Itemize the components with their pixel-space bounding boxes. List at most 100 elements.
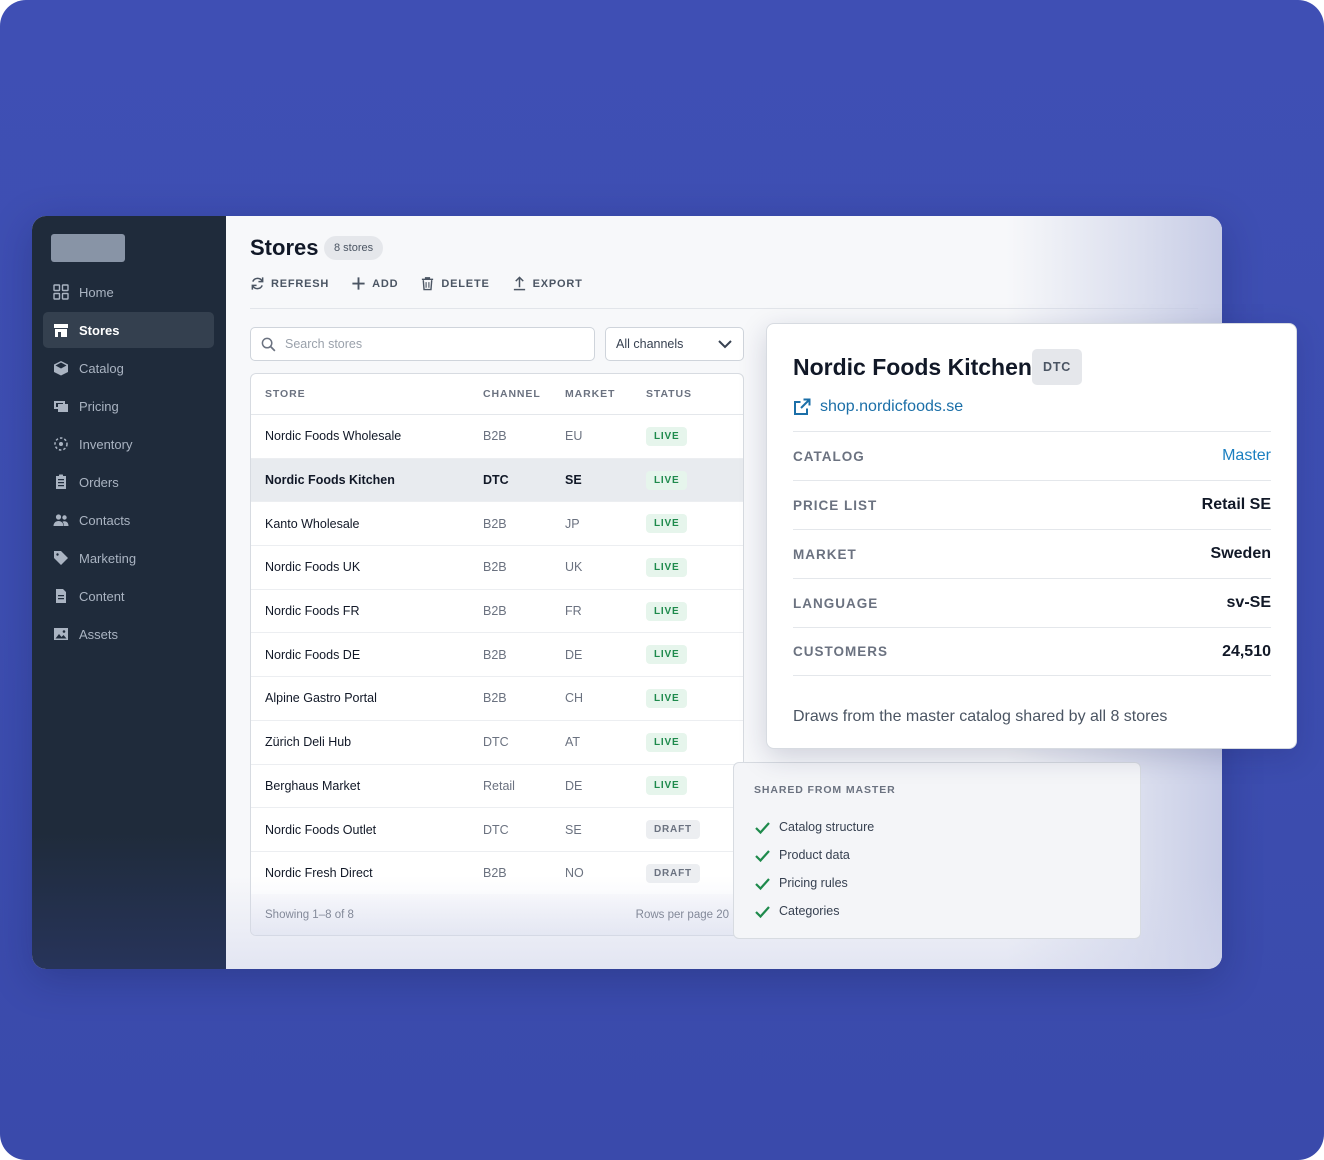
detail-note: Draws from the master catalog shared by … xyxy=(793,708,1168,725)
rows-per-page-control[interactable]: Rows per page 20 xyxy=(636,909,729,921)
channel-cell: DTC xyxy=(483,473,509,488)
sidebar-item-inventory[interactable]: Inventory xyxy=(43,426,214,462)
store-icon xyxy=(53,322,69,338)
shared-title: SHARED FROM MASTER xyxy=(754,784,896,796)
box-icon xyxy=(53,360,69,376)
channel-filter-select[interactable]: All channels xyxy=(605,327,744,361)
table-row[interactable]: Kanto Wholesale B2B JP LIVE xyxy=(251,502,743,547)
channel-cell: DTC xyxy=(483,735,509,750)
search-field[interactable] xyxy=(250,327,595,361)
check-icon xyxy=(755,905,770,918)
status-cell: LIVE xyxy=(646,514,743,534)
sidebar-item-orders[interactable]: Orders xyxy=(43,464,214,500)
detail-label: LANGUAGE xyxy=(793,595,879,611)
detail-row: LANGUAGE sv-SE xyxy=(793,578,1271,627)
table-row[interactable]: Nordic Foods Wholesale B2B EU LIVE xyxy=(251,415,743,459)
sidebar-item-assets[interactable]: Assets xyxy=(43,616,214,652)
search-input[interactable] xyxy=(285,337,594,351)
column-header-channel[interactable]: CHANNEL xyxy=(483,388,565,400)
market-cell: JP xyxy=(565,516,580,531)
channel-cell: Retail xyxy=(483,778,515,793)
detail-row: MARKET Sweden xyxy=(793,529,1271,578)
store-count-badge: 8 stores xyxy=(324,236,384,260)
channel-cell: B2B xyxy=(483,647,507,662)
delete-button[interactable]: DELETE xyxy=(420,276,489,291)
clipboard-icon xyxy=(53,474,69,490)
table-row[interactable]: Nordic Foods FR B2B FR LIVE xyxy=(251,590,743,634)
status-cell: LIVE xyxy=(646,776,743,796)
detail-label: CATALOG xyxy=(793,448,865,464)
table-row[interactable]: Nordic Foods Outlet DTC SE DRAFT xyxy=(251,808,743,852)
shared-item-label: Product data xyxy=(779,848,850,862)
table-row[interactable]: Berghaus Market Retail DE LIVE xyxy=(251,765,743,809)
channel-cell: B2B xyxy=(483,516,507,531)
market-cell: SE xyxy=(565,822,582,837)
plus-icon xyxy=(352,277,365,290)
upload-icon xyxy=(513,276,525,291)
table-row[interactable]: Nordic Foods DE B2B DE LIVE xyxy=(251,633,743,678)
store-name-cell: Berghaus Market xyxy=(265,778,361,793)
export-label: EXPORT xyxy=(532,277,583,290)
column-header-market[interactable]: MARKET xyxy=(565,388,646,400)
store-name-cell: Nordic Foods Kitchen xyxy=(265,473,395,488)
storefront-url: shop.nordicfoods.se xyxy=(820,398,964,415)
status-badge: LIVE xyxy=(646,514,688,534)
page-title: Stores xyxy=(250,235,319,260)
export-button[interactable]: EXPORT xyxy=(512,276,583,291)
sidebar-item-content[interactable]: Content xyxy=(43,578,214,614)
status-cell: LIVE xyxy=(646,732,743,752)
sidebar-item-label: Home xyxy=(79,284,114,300)
table-body: Nordic Foods Wholesale B2B EU LIVE Nordic Fo… xyxy=(251,415,743,896)
table-row[interactable]: Nordic Foods Kitchen DTC SE LIVE xyxy=(251,458,743,503)
market-cell: CH xyxy=(565,691,584,706)
tag-icon xyxy=(53,550,69,566)
check-icon xyxy=(755,877,770,890)
table-footer: Showing 1–8 of 8 Rows per page 20 xyxy=(251,894,743,935)
detail-title: Nordic Foods Kitchen xyxy=(793,354,1032,380)
sidebar-item-marketing[interactable]: Marketing xyxy=(43,540,214,576)
catalog-link[interactable]: Master xyxy=(1222,447,1271,465)
refresh-icon xyxy=(251,277,264,290)
trash-icon xyxy=(422,277,434,291)
add-label: ADD xyxy=(372,277,399,290)
detail-value: 24,510 xyxy=(1222,642,1271,660)
sidebar-item-contacts[interactable]: Contacts xyxy=(43,502,214,538)
market-cell: FR xyxy=(565,604,582,619)
detail-value: sv-SE xyxy=(1226,594,1271,611)
storefront-link[interactable]: shop.nordicfoods.se xyxy=(793,398,963,416)
market-cell: DE xyxy=(565,778,583,793)
store-name-cell: Nordic Foods FR xyxy=(265,604,360,619)
table-row[interactable]: Nordic Fresh Direct B2B NO DRAFT xyxy=(251,852,743,896)
store-name-cell: Nordic Foods UK xyxy=(265,560,361,575)
refresh-button[interactable]: REFRESH xyxy=(250,276,329,291)
sidebar: Home Stores Catalog Pricing Inventory Or… xyxy=(32,216,226,969)
column-header-status[interactable]: STATUS xyxy=(646,388,743,400)
detail-label: PRICE LIST xyxy=(793,497,878,513)
detail-row: PRICE LIST Retail SE xyxy=(793,480,1271,529)
sidebar-item-label: Stores xyxy=(79,322,120,338)
table-row[interactable]: Nordic Foods UK B2B UK LIVE xyxy=(251,546,743,590)
market-cell: DE xyxy=(565,647,583,662)
store-name-cell: Nordic Foods DE xyxy=(265,647,361,662)
detail-row: CUSTOMERS 24,510 xyxy=(793,627,1271,676)
sidebar-item-home[interactable]: Home xyxy=(43,274,214,310)
status-cell: LIVE xyxy=(646,645,743,665)
sidebar-item-catalog[interactable]: Catalog xyxy=(43,350,214,386)
channel-filter-value: All channels xyxy=(616,337,684,351)
channel-cell: B2B xyxy=(483,429,507,444)
status-badge: LIVE xyxy=(646,470,688,490)
sidebar-item-stores[interactable]: Stores xyxy=(43,312,214,348)
status-cell: LIVE xyxy=(646,601,743,621)
add-button[interactable]: ADD xyxy=(351,276,398,291)
shared-from-master-card: SHARED FROM MASTER Catalog structure Prod… xyxy=(733,762,1141,939)
status-cell: LIVE xyxy=(646,688,743,708)
store-name-cell: Nordic Foods Outlet xyxy=(265,822,377,837)
store-name-cell: Nordic Foods Wholesale xyxy=(265,429,402,444)
column-header-store[interactable]: STORE xyxy=(251,388,483,400)
search-icon xyxy=(261,337,276,351)
table-row[interactable]: Zürich Deli Hub DTC AT LIVE xyxy=(251,721,743,765)
sidebar-item-pricing[interactable]: Pricing xyxy=(43,388,214,424)
table-row[interactable]: Alpine Gastro Portal B2B CH LIVE xyxy=(251,677,743,721)
sidebar-item-label: Catalog xyxy=(79,360,124,376)
sidebar-item-label: Inventory xyxy=(79,436,133,452)
